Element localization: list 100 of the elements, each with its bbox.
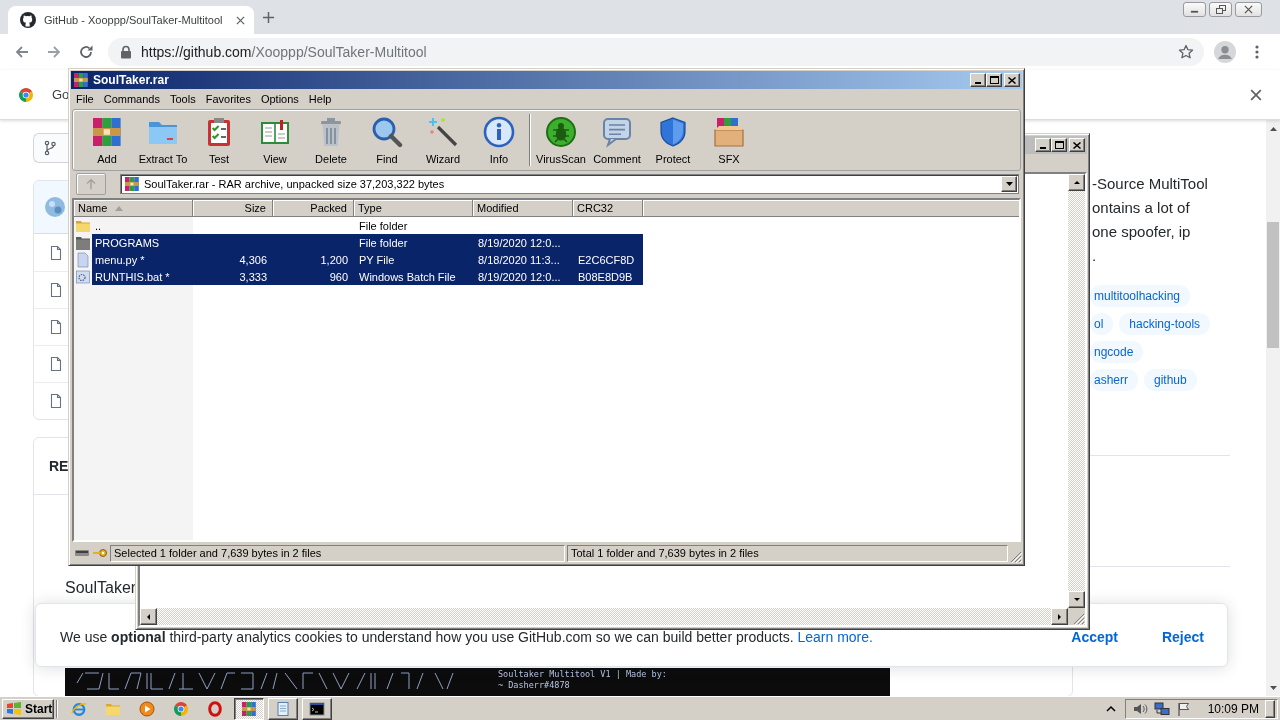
topic-tag[interactable]: ol	[1090, 313, 1114, 335]
topic-tag[interactable]: multitoolhacking	[1090, 285, 1191, 307]
file-row[interactable]: menu.py * 4,306 1,200 PY File 8/18/2020 11:3... E2C6CF8D	[92, 251, 643, 268]
books-stack-icon	[73, 72, 89, 88]
dropdown-button[interactable]	[1001, 176, 1017, 192]
bookmark-button[interactable]	[1178, 44, 1194, 60]
test-button[interactable]: Test	[191, 110, 247, 170]
console-icon	[309, 700, 325, 717]
cat-logo-icon	[20, 12, 36, 28]
about-text: -Source MultiTool ontains a lot of one spoofer, ip .	[1091, 174, 1208, 266]
maximize-button[interactable]	[1051, 138, 1067, 152]
triangle-up-icon	[1073, 179, 1080, 186]
column-header[interactable]: Modified	[473, 200, 573, 217]
menu-item[interactable]: Commands	[98, 91, 165, 106]
close-button[interactable]	[1235, 2, 1262, 17]
info-button[interactable]: Info	[471, 110, 527, 170]
consent-button[interactable]: Reject	[1161, 630, 1204, 644]
window-title: SoulTaker.rar	[93, 73, 169, 87]
file-icon	[50, 319, 62, 335]
scroll-down-button[interactable]	[1068, 591, 1085, 608]
restore-button[interactable]	[1209, 2, 1232, 17]
close-icon	[1244, 5, 1253, 14]
table-cell-text: PROGRAMS	[94, 236, 161, 249]
file-row[interactable]: PROGRAMS File folder 8/19/2020 12:0...	[92, 234, 643, 251]
clock-text: 10:09 PM	[1207, 701, 1259, 716]
topic-tag[interactable]: ngcode	[1090, 341, 1144, 363]
table-cell-text: File folder	[358, 236, 409, 249]
reload-icon	[78, 44, 94, 60]
terminal-text: Soultaker Multitool V1 | Made by: ~ Dasherr#4878	[498, 669, 667, 691]
column-header[interactable]: CRC32	[573, 200, 643, 217]
books-stack-icon	[241, 700, 257, 717]
close-icon	[235, 15, 245, 25]
scroll-right-button[interactable]	[1051, 608, 1068, 625]
view-button[interactable]: View	[247, 110, 303, 170]
scroll-left-button[interactable]	[140, 608, 157, 625]
profile-button[interactable]	[1211, 38, 1239, 66]
menu-item[interactable]: Options	[255, 91, 304, 106]
branch-button[interactable]	[33, 133, 68, 163]
close-icon	[1250, 88, 1262, 101]
scroll-up-button[interactable]	[1068, 174, 1085, 191]
table-cell-text: 8/19/2020 12:0...	[477, 270, 562, 283]
menu-item[interactable]: File	[71, 91, 99, 106]
delete-button[interactable]: Delete	[303, 110, 359, 170]
address-field[interactable]: https://github.com/Xooppp/SoulTaker-Multitool	[108, 38, 1204, 66]
virusscan-button[interactable]: VirusScan	[533, 110, 589, 170]
plus-icon	[261, 10, 275, 24]
topic-tag[interactable]: github	[1144, 369, 1197, 391]
path-field[interactable]: SoulTaker.rar - RAR archive, unpacked size 37,203,322 bytes	[120, 174, 1019, 194]
avatar-icon	[1214, 41, 1236, 63]
show-desktop-button[interactable]	[1265, 699, 1275, 718]
chevron-up-icon	[1105, 705, 1116, 712]
caret-down-icon	[1005, 182, 1013, 186]
add-button[interactable]: Add	[79, 110, 135, 170]
table-cell-text: menu.py *	[94, 253, 146, 266]
wizard-button[interactable]: Wizard	[415, 110, 471, 170]
sfx-button[interactable]: SFX	[701, 110, 757, 170]
menu-item[interactable]: Favorites	[200, 91, 256, 106]
file-icon	[50, 282, 62, 298]
column-header[interactable]: Name	[74, 200, 193, 217]
tricolor-circle-icon	[18, 86, 34, 103]
start-button[interactable]: Start	[2, 698, 54, 719]
table-cell-text: 8/19/2020 12:0...	[477, 236, 562, 249]
gear-file-icon	[75, 268, 91, 285]
lock-icon	[120, 45, 132, 59]
menu-item[interactable]: Tools	[165, 91, 201, 106]
play-icon	[139, 700, 155, 717]
magic-wand-icon	[427, 116, 459, 148]
cookie-text: We use optional third-party analytics cookies to understand how you use GitHub.com so we can build better products. Learn more.	[60, 629, 873, 645]
windows-flag-icon	[6, 700, 22, 717]
restore-icon	[1215, 4, 1226, 15]
flag-icon	[1175, 700, 1192, 717]
learn-more-link[interactable]: Learn more.	[797, 629, 873, 645]
protect-button[interactable]: Protect	[645, 110, 701, 170]
table-cell-text: Windows Batch File	[358, 270, 457, 283]
maximize-icon	[1054, 141, 1064, 149]
books-stack-icon	[91, 116, 123, 148]
triangle-left-icon	[145, 613, 152, 620]
column-header[interactable]: Packed	[273, 200, 354, 217]
search-icon	[371, 116, 403, 148]
browser-tab[interactable]: GitHub - Xooppp/SoulTaker-Multitool	[8, 6, 254, 34]
task-button[interactable]	[234, 697, 264, 720]
topic-tag[interactable]: hacking-tools	[1119, 313, 1211, 335]
scroll-thumb[interactable]	[1267, 222, 1279, 348]
topic-tag[interactable]: asherr	[1090, 369, 1138, 391]
file-row[interactable]: RUNTHIS.bat * 3,333 960 Windows Batch File 8/19/2020 12:0... B08E8D9B	[92, 268, 643, 285]
triangle-down-icon	[1073, 596, 1080, 603]
comment-button[interactable]: Comment	[589, 110, 645, 170]
notepad-icon	[275, 700, 291, 717]
table-cell-text: 1,200	[319, 253, 349, 266]
up-button[interactable]	[76, 173, 106, 195]
column-header[interactable]: Type	[354, 200, 473, 217]
table-cell-text: File folder	[358, 219, 409, 232]
file-icon	[50, 356, 62, 372]
find-button[interactable]: Find	[359, 110, 415, 170]
menu-item[interactable]: Help	[303, 91, 337, 106]
extract-button[interactable]: Extract To	[135, 110, 191, 170]
column-header[interactable]: Size	[193, 200, 273, 217]
consent-button[interactable]: Accept	[1071, 630, 1118, 644]
file-row[interactable]: .. File folder	[92, 217, 643, 234]
maximize-button[interactable]	[986, 73, 1002, 87]
